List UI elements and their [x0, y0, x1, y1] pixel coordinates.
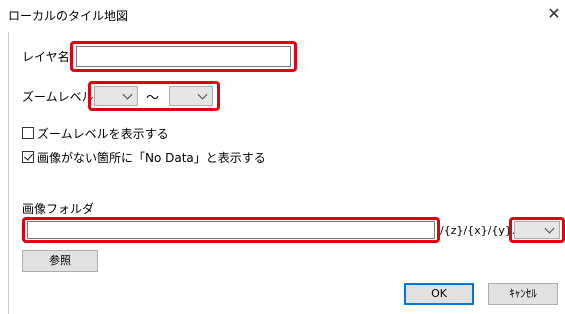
ok-button[interactable]: OK [404, 283, 474, 305]
title-bar: ローカルのタイル地図 ✕ [0, 0, 565, 30]
layer-name-input[interactable] [76, 46, 291, 67]
show-zoom-level-checkbox[interactable] [22, 127, 34, 139]
dialog-left-border [8, 32, 9, 314]
layer-name-highlight [70, 41, 297, 72]
show-zoom-level-label: ズームレベルを表示する [37, 127, 169, 141]
zoom-level-label: ズームレベル [22, 90, 94, 104]
zoom-range-separator: ～ [146, 91, 160, 106]
zoom-max-select[interactable] [169, 86, 213, 106]
chevron-down-icon [122, 89, 133, 100]
window-title: ローカルのタイル地図 [8, 9, 129, 23]
zoom-level-highlight: ～ [88, 81, 220, 111]
close-icon[interactable]: ✕ [545, 4, 563, 24]
image-folder-input[interactable] [27, 221, 435, 239]
show-no-data-label: 画像がない箇所に「No Data」と表示する [37, 151, 266, 165]
show-no-data-checkbox[interactable] [22, 151, 34, 163]
image-folder-label: 画像フォルダ [22, 202, 95, 216]
cancel-button[interactable]: ｷｬﾝｾﾙ [488, 283, 558, 305]
zoom-min-select[interactable] [94, 86, 138, 106]
chevron-down-icon [197, 89, 208, 100]
chevron-down-icon [544, 223, 555, 234]
extension-highlight [509, 217, 565, 243]
browse-button[interactable]: 参照 [22, 250, 98, 272]
image-folder-highlight [22, 217, 440, 243]
extension-select[interactable] [514, 221, 560, 239]
layer-name-label: レイヤ名 [22, 50, 70, 64]
tile-path-suffix: /{z}/{x}/{y}. [440, 224, 516, 237]
